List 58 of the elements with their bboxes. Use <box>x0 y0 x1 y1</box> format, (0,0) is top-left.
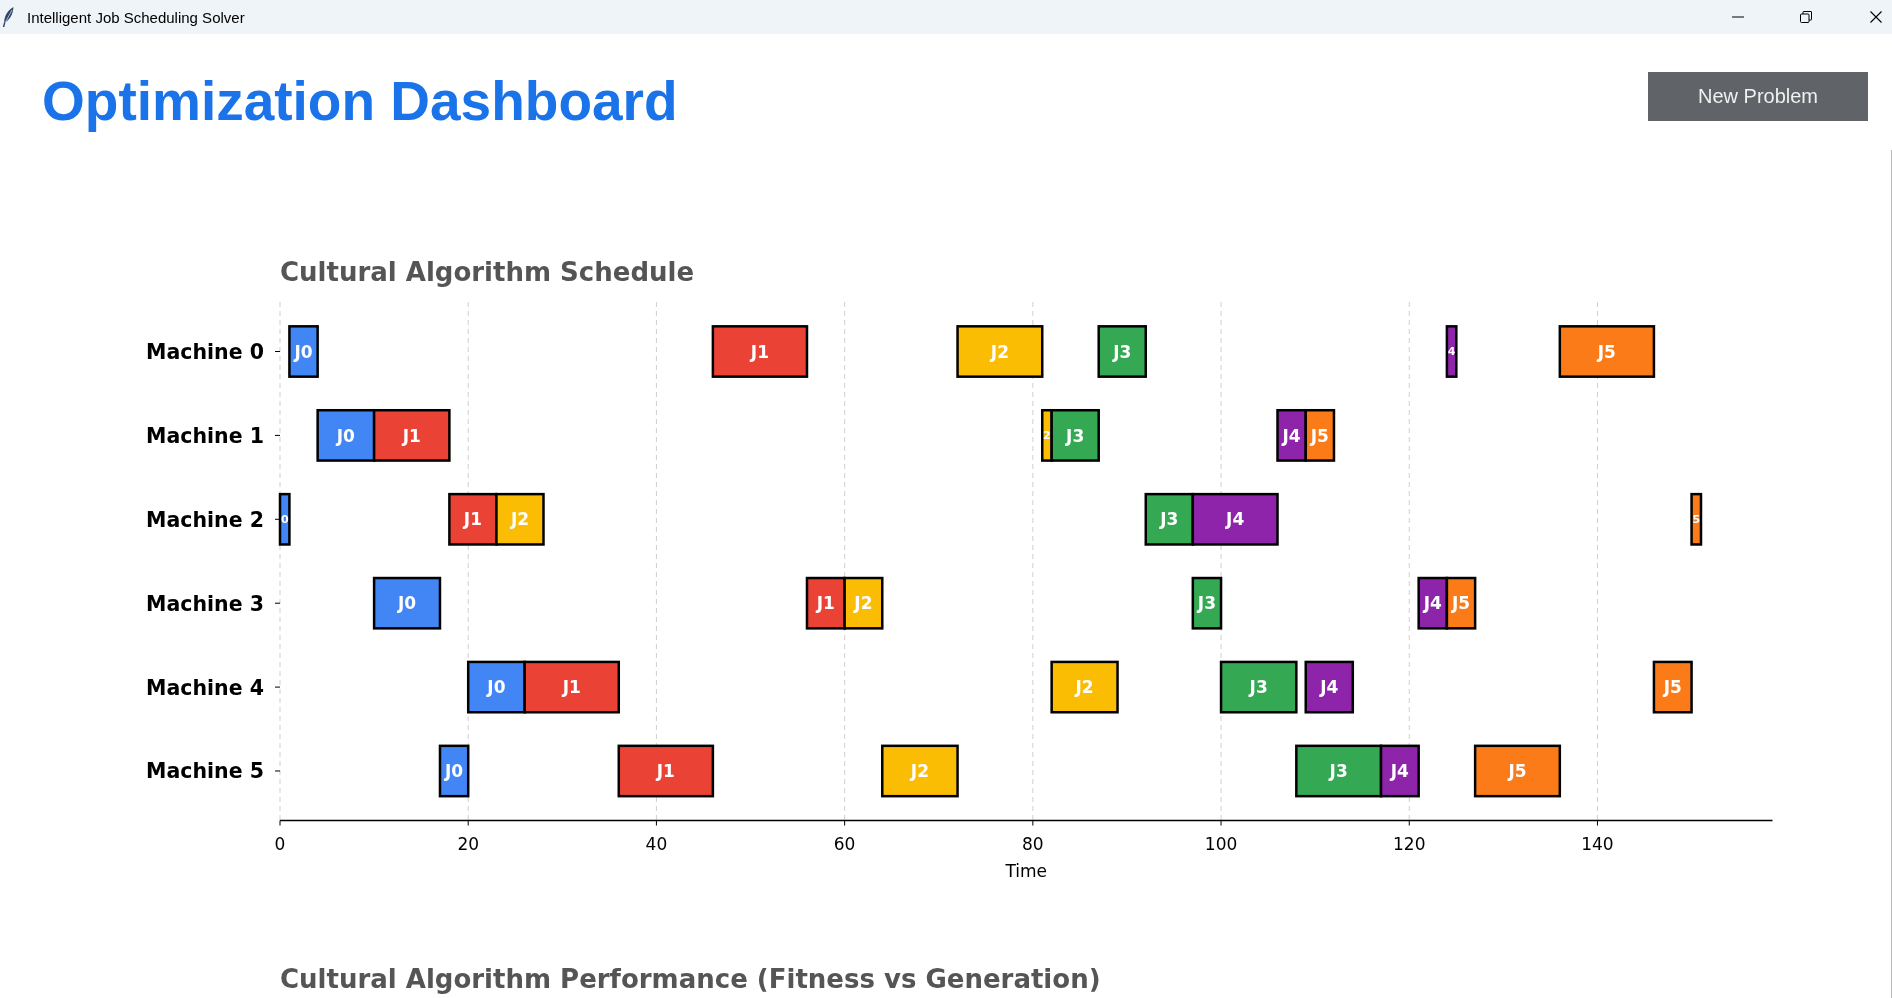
restore-icon[interactable] <box>1800 11 1812 23</box>
bar-label: J1 <box>402 425 421 446</box>
tick-label: 0 <box>274 834 286 854</box>
machine-label: Machine 0 <box>146 340 264 364</box>
bar-label: J5 <box>1663 677 1682 698</box>
bar-label: J5 <box>1597 341 1616 362</box>
bar-label: J3 <box>1197 593 1216 614</box>
bar-label: J1 <box>562 677 581 698</box>
tick-label: 40 <box>645 834 668 854</box>
bar-label: J0 <box>487 677 506 698</box>
tick-label: 120 <box>1393 834 1426 854</box>
bar-label: J3 <box>1249 677 1268 698</box>
bar-label: J1 <box>816 593 835 614</box>
bar-label: J2 <box>1075 677 1094 698</box>
bar-label: J0 <box>397 593 417 614</box>
bar-label: J4 <box>1226 509 1245 530</box>
bar-label: J3 <box>1066 425 1085 446</box>
machine-label: Machine 5 <box>146 759 264 784</box>
bar-label: J5 <box>1451 593 1471 614</box>
close-icon[interactable] <box>1870 11 1882 23</box>
tick-label: 100 <box>1204 834 1238 854</box>
machine-label: Machine 3 <box>146 591 264 616</box>
bar-label: J1 <box>656 761 675 782</box>
chart-title: Cultural Algorithm Schedule <box>280 257 695 287</box>
machine-label: Machine 4 <box>146 675 264 700</box>
bar-label: J4 <box>1390 761 1409 782</box>
bar-label: J2 <box>854 593 873 614</box>
bar-label: J1 <box>463 509 482 530</box>
bar-label: J4 <box>1320 677 1339 698</box>
bar-label: J4 <box>1423 593 1442 614</box>
bar-label: J0 <box>294 341 313 362</box>
new-problem-button[interactable]: New Problem <box>1648 72 1868 121</box>
bar-label: J2 <box>910 761 929 782</box>
bar-label: 4 <box>1447 345 1456 359</box>
bar-label: J0 <box>336 425 355 446</box>
bar-label: J3 <box>1160 509 1179 530</box>
bar-label: J0 <box>445 761 464 782</box>
chart-title: Cultural Algorithm Performance (Fitness vs Generation) <box>280 964 1101 994</box>
window-title: Intelligent Job Scheduling Solver <box>27 8 245 26</box>
axis-label: Time <box>1005 861 1048 881</box>
bar-label: J5 <box>1310 425 1329 446</box>
bar-label: J3 <box>1329 761 1348 782</box>
bar-label: J2 <box>510 509 530 530</box>
machine-label: Machine 2 <box>146 507 264 532</box>
bar-label: J2 <box>990 341 1009 362</box>
bar-label: 0 <box>280 513 289 527</box>
bar-label: 2 <box>1043 429 1051 443</box>
tick-label: 80 <box>1022 834 1044 854</box>
bar-label: 5 <box>1692 513 1701 527</box>
machine-label: Machine 1 <box>146 423 264 448</box>
feather-icon <box>2 7 14 27</box>
bar-label: J3 <box>1113 341 1132 362</box>
bar-label: J5 <box>1508 761 1527 782</box>
tick-label: 60 <box>833 834 856 854</box>
bar-label: J4 <box>1282 425 1301 446</box>
tick-label: 140 <box>1581 834 1614 854</box>
bar-label: J1 <box>750 341 769 362</box>
tick-label: 20 <box>457 834 480 854</box>
